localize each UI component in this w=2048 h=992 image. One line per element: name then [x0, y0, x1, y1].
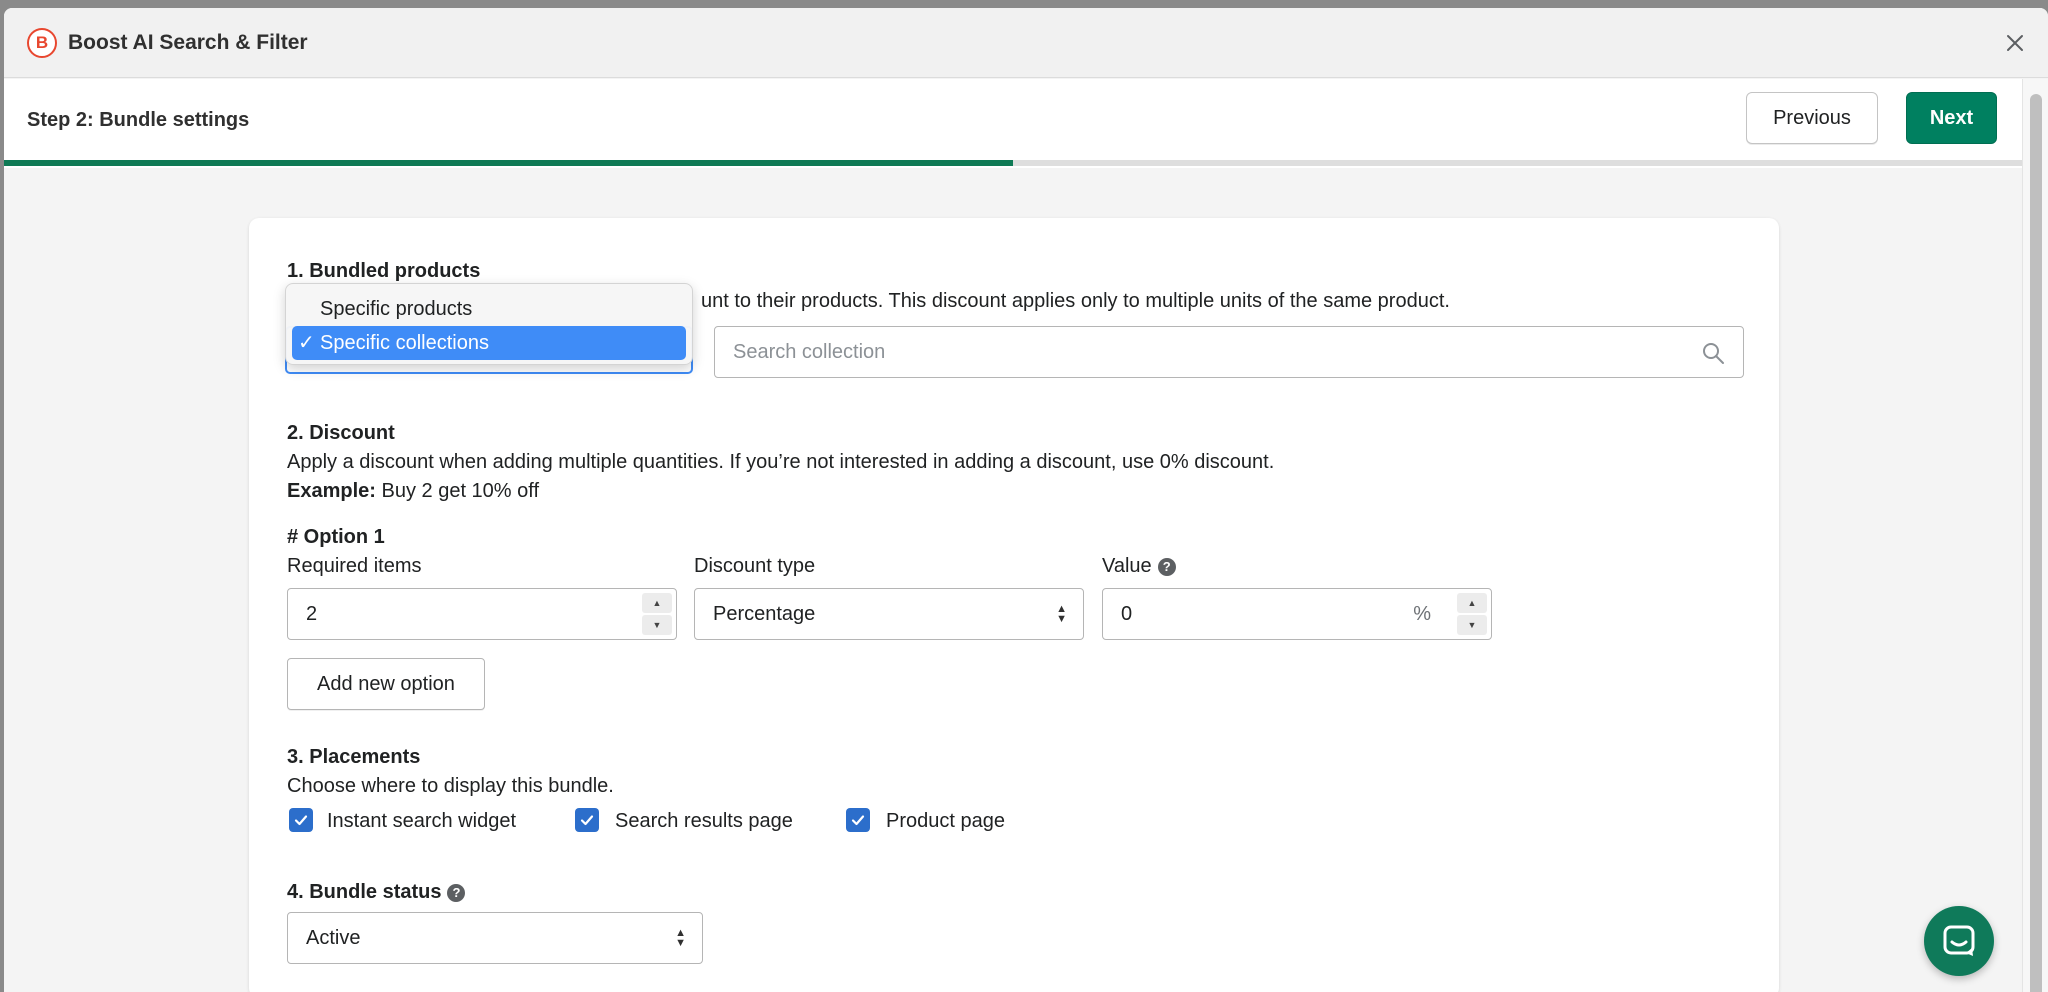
placement-label-instant-search-widget[interactable]: Instant search widget — [327, 810, 516, 833]
section-discount-description: Apply a discount when adding multiple qu… — [287, 451, 1275, 473]
discount-type-value: Percentage — [713, 603, 816, 625]
progress-bar — [4, 160, 2022, 166]
close-button[interactable] — [2000, 28, 2030, 58]
chat-button[interactable] — [1924, 906, 1994, 976]
section-bundle-status-title: 4. Bundle status — [287, 881, 442, 903]
value-label-row: Value? — [1102, 555, 1176, 578]
stepper-up-icon[interactable]: ▲ — [1457, 593, 1487, 613]
bundle-settings-card: 1. Bundled products unt to their product… — [249, 218, 1779, 992]
close-icon — [2007, 35, 2023, 51]
app-modal: B Boost AI Search & Filter Step 2: Bundl… — [4, 8, 2048, 992]
discount-type-label: Discount type — [694, 555, 816, 577]
bundle-status-value: Active — [306, 927, 361, 949]
required-items-value: 2 — [306, 603, 318, 625]
checkmark-icon — [851, 815, 865, 826]
section-placements-title: 3. Placements — [287, 746, 421, 768]
section-discount-title: 2. Discount — [287, 422, 395, 444]
section-bundled-products-title: 1. Bundled products — [287, 260, 481, 282]
required-items-input[interactable]: 2 ▲ ▼ — [287, 588, 677, 640]
discount-example: Example: Buy 2 get 10% off — [287, 480, 539, 503]
required-items-label: Required items — [287, 555, 422, 577]
checkbox-product-page[interactable] — [846, 808, 870, 832]
app-title: Boost AI Search & Filter — [68, 31, 308, 54]
help-icon[interactable]: ? — [1157, 557, 1176, 576]
search-icon — [1703, 343, 1724, 364]
percent-suffix: % — [1413, 603, 1431, 625]
select-arrows-icon: ▲ ▼ — [1056, 604, 1067, 625]
step-header: Step 2: Bundle settings Previous Next — [4, 79, 2022, 168]
section-bundled-products-description: unt to their products. This discount app… — [701, 290, 1450, 312]
chat-icon — [1943, 925, 1975, 956]
section-placements-description: Choose where to display this bundle. — [287, 775, 614, 797]
stepper-down-icon[interactable]: ▼ — [642, 615, 672, 635]
value-value: 0 — [1121, 603, 1133, 625]
step-title: Step 2: Bundle settings — [27, 109, 250, 131]
checkmark-icon — [580, 815, 594, 826]
stepper-up-icon[interactable]: ▲ — [642, 593, 672, 613]
section-bundle-status-title-row: 4. Bundle status? — [287, 881, 466, 904]
previous-button[interactable]: Previous — [1746, 92, 1878, 144]
next-button[interactable]: Next — [1906, 92, 1997, 144]
dropdown-option-specific-collections[interactable]: ✓ Specific collections — [292, 326, 686, 360]
product-type-dropdown: Specific products ✓ Specific collections — [285, 283, 693, 365]
title-bar: B Boost AI Search & Filter — [4, 8, 2048, 78]
discount-type-select[interactable]: Percentage ▲ ▼ — [694, 588, 1084, 640]
value-stepper: ▲ ▼ — [1457, 593, 1487, 635]
search-placeholder: Search collection — [733, 341, 886, 363]
scrollbar[interactable] — [2022, 79, 2048, 992]
checkmark-icon: ✓ — [298, 332, 315, 354]
checkbox-search-results-page[interactable] — [575, 808, 599, 832]
checkbox-instant-search-widget[interactable] — [289, 808, 313, 832]
dropdown-option-label: Specific collections — [320, 332, 489, 354]
bundle-status-select[interactable]: Active ▲ ▼ — [287, 912, 703, 964]
value-label: Value — [1102, 555, 1152, 577]
select-arrows-icon: ▲ ▼ — [675, 928, 686, 949]
search-collection-input[interactable]: Search collection — [714, 326, 1744, 378]
placement-label-search-results-page[interactable]: Search results page — [615, 810, 793, 833]
option-title: # Option 1 — [287, 526, 385, 548]
arrow-down-icon: ▼ — [675, 937, 686, 949]
app-logo-icon: B — [27, 28, 57, 58]
stepper-down-icon[interactable]: ▼ — [1457, 615, 1487, 635]
placement-label-product-page[interactable]: Product page — [886, 810, 1005, 833]
checkmark-icon — [294, 815, 308, 826]
help-icon[interactable]: ? — [447, 883, 466, 902]
required-items-stepper: ▲ ▼ — [642, 593, 672, 635]
dropdown-option-specific-products[interactable]: Specific products — [292, 292, 686, 326]
example-label: Example: — [287, 480, 376, 502]
progress-bar-fill — [4, 160, 1013, 166]
example-text: Buy 2 get 10% off — [381, 480, 540, 502]
value-input[interactable]: 0 % ▲ ▼ — [1102, 588, 1492, 640]
arrow-down-icon: ▼ — [1056, 613, 1067, 625]
scrollbar-thumb[interactable] — [2030, 94, 2042, 992]
add-new-option-button[interactable]: Add new option — [287, 658, 485, 710]
